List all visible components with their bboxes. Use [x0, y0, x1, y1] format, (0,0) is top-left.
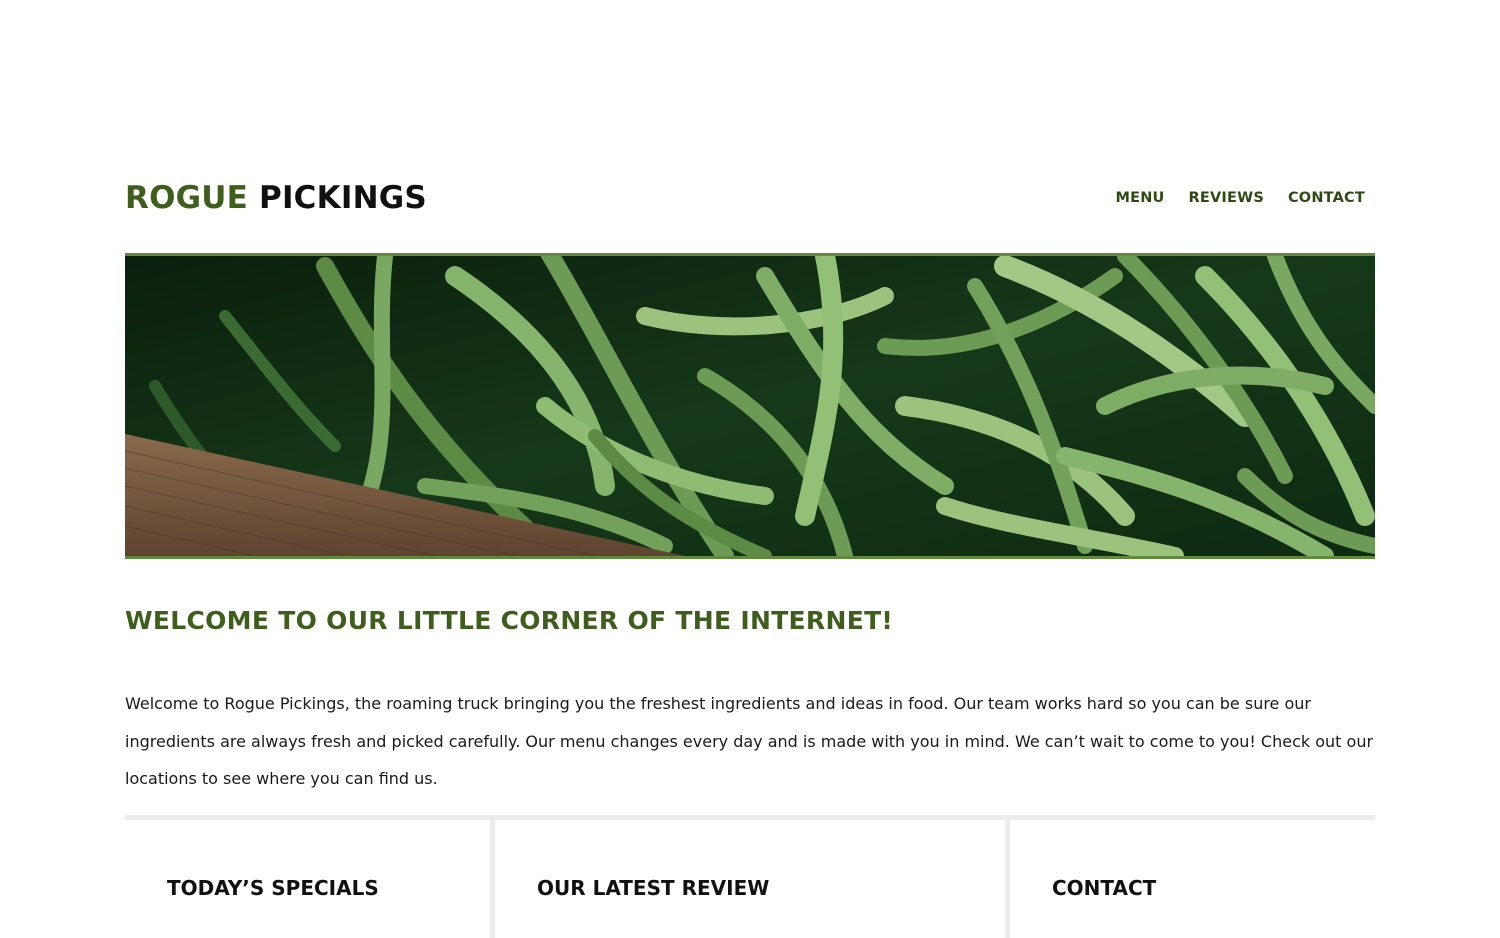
welcome-heading: WELCOME TO OUR LITTLE CORNER OF THE INTE… [125, 606, 894, 635]
page: ROGUE PICKINGS MENU REVIEWS CONTACT WELC… [0, 0, 1500, 938]
hero-image [125, 253, 1375, 559]
main-nav: MENU REVIEWS CONTACT [1115, 190, 1375, 206]
latest-review-heading: OUR LATEST REVIEW [537, 876, 770, 900]
site-logo[interactable]: ROGUE PICKINGS [125, 180, 427, 216]
contact-section: CONTACT [1005, 820, 1375, 938]
site-header: ROGUE PICKINGS MENU REVIEWS CONTACT [125, 172, 1375, 224]
latest-review-section: OUR LATEST REVIEW [490, 820, 1005, 938]
logo-rest-word: PICKINGS [248, 180, 427, 216]
welcome-paragraph: Welcome to Rogue Pickings, the roaming t… [125, 694, 1374, 788]
specials-section: TODAY’S SPECIALS [125, 820, 490, 938]
nav-link-contact[interactable]: CONTACT [1288, 190, 1365, 206]
specials-heading: TODAY’S SPECIALS [167, 876, 379, 900]
nav-link-reviews[interactable]: REVIEWS [1189, 190, 1264, 206]
green-beans-photo [125, 256, 1375, 556]
contact-heading: CONTACT [1052, 876, 1157, 900]
info-columns: TODAY’S SPECIALS OUR LATEST REVIEW CONTA… [125, 815, 1375, 938]
logo-accent-word: ROGUE [125, 180, 249, 216]
nav-link-menu[interactable]: MENU [1115, 190, 1164, 206]
